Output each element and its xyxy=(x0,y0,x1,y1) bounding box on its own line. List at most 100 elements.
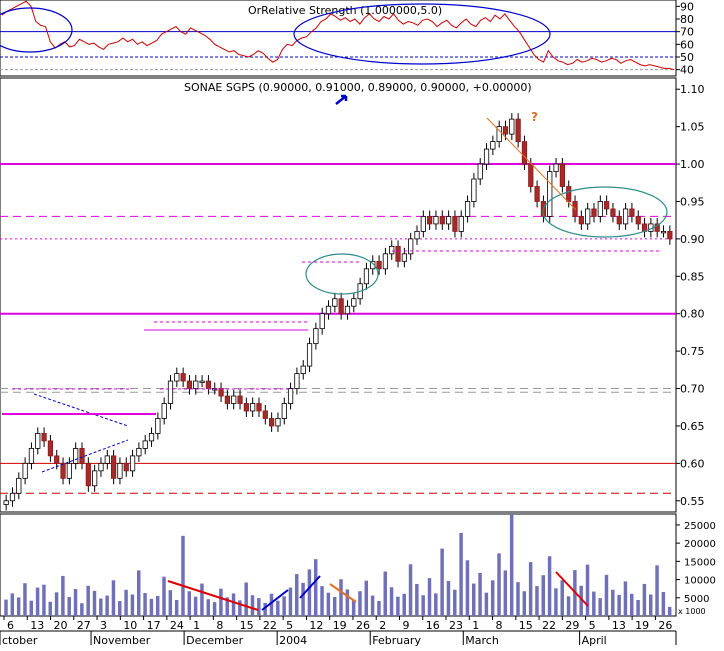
volume-bar xyxy=(23,583,27,616)
price-candle xyxy=(205,380,212,389)
time-month-label: March xyxy=(465,634,499,647)
volume-bar xyxy=(86,585,90,616)
volume-bar xyxy=(427,578,432,616)
time-day-label: 19 xyxy=(333,619,347,632)
volume-bar xyxy=(130,594,135,616)
time-day-label: 15 xyxy=(519,619,533,632)
price-tick-label: 0.85 xyxy=(680,270,705,283)
price-candle xyxy=(528,163,534,187)
price-candle xyxy=(281,403,287,419)
indicator-tick-label: 60 xyxy=(680,38,694,51)
price-candle xyxy=(199,380,205,383)
volume-bar xyxy=(276,600,280,616)
price-candle xyxy=(313,328,319,345)
price-candle xyxy=(161,403,167,419)
price-candle xyxy=(193,380,199,389)
price-candle xyxy=(218,388,224,397)
time-axis-day-ticks: 6 13 20 27 3 10 17 24 1 8 15 22 5 12 19 26 2 9 16 23 1 8 15 22 2… xyxy=(3,616,672,632)
price-candle xyxy=(92,470,98,487)
price-candle xyxy=(382,253,389,270)
price-candle xyxy=(85,462,91,487)
volume-bar xyxy=(642,583,647,616)
question-mark-annotation: ? xyxy=(531,110,538,124)
price-candle xyxy=(667,230,673,240)
price-candle xyxy=(452,216,458,232)
time-day-label: 23 xyxy=(449,619,463,632)
time-day-label: 5 xyxy=(589,619,596,632)
volume-tick-label: 20000 xyxy=(684,539,716,550)
volume-bar xyxy=(288,587,293,616)
price-candle xyxy=(262,410,268,419)
price-candle xyxy=(142,440,148,449)
volume-tick-label: 25000 xyxy=(684,521,716,532)
time-day-label: 15 xyxy=(240,619,254,632)
volume-bar xyxy=(611,589,615,616)
time-day-label: 1 xyxy=(193,619,200,632)
price-tick-label: 1.05 xyxy=(680,121,705,134)
price-candle xyxy=(471,178,477,202)
volume-bar xyxy=(10,593,15,616)
price-candle xyxy=(98,462,104,472)
price-candle xyxy=(180,373,186,382)
price-candle xyxy=(136,447,142,457)
time-day-label: 6 xyxy=(7,619,14,632)
volume-bar xyxy=(661,591,666,616)
price-tick-label: 0.95 xyxy=(680,195,705,208)
volume-bar xyxy=(73,589,78,616)
volume-bar xyxy=(370,595,375,616)
volume-tick-label: 15000 xyxy=(684,557,716,568)
volume-bar xyxy=(623,581,628,616)
volume-bar xyxy=(465,560,470,616)
volume-bar xyxy=(440,548,444,616)
volume-bar xyxy=(35,587,40,616)
volume-bar xyxy=(124,589,128,616)
indicator-tick-label: 90 xyxy=(680,0,694,13)
price-candle xyxy=(401,253,407,262)
volume-bar xyxy=(560,580,564,616)
price-candle xyxy=(427,216,433,225)
price-candle xyxy=(111,455,117,479)
price-candle xyxy=(464,201,471,217)
time-day-label: 8 xyxy=(216,619,223,632)
price-candle xyxy=(414,230,420,240)
price-candle xyxy=(275,418,281,427)
price-candle xyxy=(79,447,85,464)
indicator-tick-label: 40 xyxy=(680,64,694,77)
volume-bar xyxy=(446,581,451,616)
price-candle xyxy=(559,163,565,187)
time-day-label: 29 xyxy=(565,619,579,632)
volume-bar xyxy=(295,574,299,616)
time-day-label: 13 xyxy=(30,619,44,632)
price-candle xyxy=(231,395,237,404)
price-candle xyxy=(16,477,22,494)
time-day-label: 26 xyxy=(658,619,672,632)
price-candle xyxy=(294,373,300,389)
volume-bar xyxy=(238,600,242,616)
price-candle xyxy=(117,462,123,479)
price-candle xyxy=(325,305,332,315)
volume-bar xyxy=(636,599,640,616)
price-candle xyxy=(35,433,41,449)
time-month-label: April xyxy=(582,634,607,647)
volume-bar xyxy=(212,602,217,616)
indicator-tick-label: 80 xyxy=(680,13,694,26)
volume-bar xyxy=(648,594,653,616)
price-candle xyxy=(54,455,60,464)
volume-bar xyxy=(377,601,381,616)
price-candle xyxy=(660,230,667,234)
volume-tick-label: 5000 xyxy=(684,594,709,605)
volume-bar xyxy=(478,573,482,616)
price-candle xyxy=(395,245,401,262)
volume-bar xyxy=(313,559,318,616)
price-candle xyxy=(351,298,357,307)
volume-unit-label: x 1000 xyxy=(678,607,706,616)
price-candle xyxy=(3,500,9,505)
indicator-ticks: 405060708090 xyxy=(676,0,694,77)
volume-bar xyxy=(200,583,204,616)
time-month-label: November xyxy=(93,634,151,647)
price-tick-label: 0.65 xyxy=(680,420,705,433)
volume-bar xyxy=(320,586,324,616)
volume-bar xyxy=(415,583,419,616)
price-candle xyxy=(167,380,174,404)
volume-bar xyxy=(497,553,501,616)
